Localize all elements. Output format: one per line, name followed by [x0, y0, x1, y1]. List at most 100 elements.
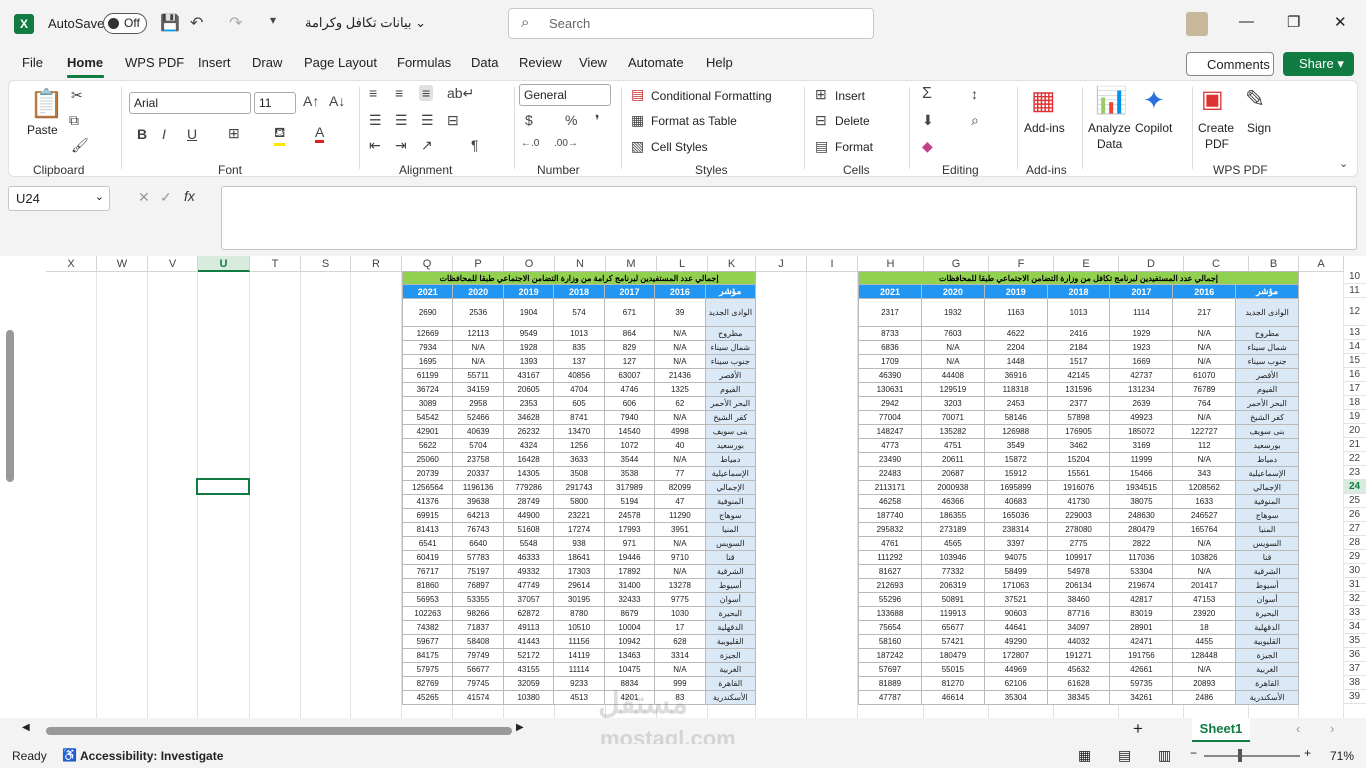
- value-cell[interactable]: 206134: [1046, 578, 1111, 593]
- value-cell[interactable]: N/A: [654, 662, 706, 677]
- zoom-in-icon[interactable]: +: [1304, 746, 1311, 760]
- column-header-j[interactable]: J: [756, 256, 807, 272]
- value-cell[interactable]: 76743: [452, 522, 504, 537]
- table-header-cell[interactable]: مؤشر: [1235, 284, 1299, 299]
- cell-styles-icon[interactable]: ▧: [631, 138, 644, 155]
- value-cell[interactable]: 5800: [553, 494, 605, 509]
- row-header-34[interactable]: 34: [1343, 620, 1366, 634]
- governorate-cell[interactable]: الإسماعيلية: [704, 466, 757, 481]
- search-box[interactable]: ⌕ Search: [508, 8, 874, 39]
- align-top-icon[interactable]: ≡: [369, 85, 377, 101]
- value-cell[interactable]: N/A: [452, 354, 504, 369]
- value-cell[interactable]: 187242: [858, 648, 922, 663]
- value-cell[interactable]: 8679: [603, 606, 656, 621]
- value-cell[interactable]: 82769: [401, 676, 454, 691]
- value-cell[interactable]: 5548: [502, 536, 555, 551]
- page-break-view-icon[interactable]: ▥: [1158, 747, 1171, 764]
- governorate-cell[interactable]: الشرقية: [704, 564, 757, 579]
- value-cell[interactable]: 34159: [452, 382, 504, 397]
- governorate-cell[interactable]: البحر الأحمر: [704, 396, 757, 411]
- undo-icon[interactable]: ↶: [190, 13, 203, 33]
- row-header-15[interactable]: 15: [1343, 354, 1366, 368]
- value-cell[interactable]: 7934: [401, 340, 454, 355]
- value-cell[interactable]: 3951: [654, 522, 706, 537]
- value-cell[interactable]: 56953: [401, 592, 454, 607]
- value-cell[interactable]: 79745: [452, 676, 504, 691]
- value-cell[interactable]: N/A: [654, 564, 706, 579]
- value-cell[interactable]: 14305: [502, 466, 555, 481]
- value-cell[interactable]: 20337: [452, 466, 504, 481]
- add-ins-icon[interactable]: ▦: [1031, 85, 1056, 116]
- value-cell[interactable]: 58146: [983, 410, 1048, 425]
- align-bottom-icon[interactable]: ≡: [419, 85, 434, 101]
- row-header-36[interactable]: 36: [1343, 648, 1366, 662]
- value-cell[interactable]: 21436: [654, 368, 706, 383]
- value-cell[interactable]: 971: [603, 536, 656, 551]
- value-cell[interactable]: 38345: [1046, 690, 1111, 705]
- value-cell[interactable]: 46390: [858, 368, 922, 383]
- row-header-16[interactable]: 16: [1343, 368, 1366, 382]
- value-cell[interactable]: 15912: [983, 466, 1048, 481]
- value-cell[interactable]: 83019: [1109, 606, 1174, 621]
- governorate-cell[interactable]: الأقصر: [704, 368, 757, 383]
- row-header-18[interactable]: 18: [1343, 396, 1366, 410]
- value-cell[interactable]: 135282: [920, 424, 985, 439]
- value-cell[interactable]: 77004: [858, 410, 922, 425]
- value-cell[interactable]: 9233: [553, 676, 605, 691]
- value-cell[interactable]: N/A: [1172, 340, 1237, 355]
- cell-styles-button[interactable]: Cell Styles: [651, 140, 708, 154]
- value-cell[interactable]: 343: [1172, 466, 1237, 481]
- value-cell[interactable]: 278080: [1046, 522, 1111, 537]
- value-cell[interactable]: 15466: [1109, 466, 1174, 481]
- value-cell[interactable]: 52172: [502, 648, 555, 663]
- value-cell[interactable]: N/A: [1172, 662, 1237, 677]
- column-header-m[interactable]: M: [606, 256, 657, 272]
- column-header-f[interactable]: F: [989, 256, 1054, 272]
- value-cell[interactable]: 4704: [553, 382, 605, 397]
- add-sheet-icon[interactable]: +: [1133, 719, 1143, 739]
- value-cell[interactable]: 41574: [452, 690, 504, 705]
- governorate-cell[interactable]: الجيزة: [704, 648, 757, 663]
- sign-icon[interactable]: ✎: [1245, 85, 1265, 114]
- value-cell[interactable]: 42471: [1109, 634, 1174, 649]
- value-cell[interactable]: 28749: [502, 494, 555, 509]
- menu-view[interactable]: View: [579, 55, 607, 70]
- italic-button[interactable]: I: [162, 126, 166, 142]
- value-cell[interactable]: 3089: [401, 396, 454, 411]
- value-cell[interactable]: 4746: [603, 382, 656, 397]
- value-cell[interactable]: 39638: [452, 494, 504, 509]
- row-header-23[interactable]: 23: [1343, 466, 1366, 480]
- conditional-formatting-icon[interactable]: ▤: [631, 86, 644, 103]
- format-as-table-icon[interactable]: ▦: [631, 112, 644, 129]
- value-cell[interactable]: 50891: [920, 592, 985, 607]
- value-cell[interactable]: 40639: [452, 424, 504, 439]
- table-header-cell[interactable]: 2016: [654, 284, 706, 299]
- governorate-cell[interactable]: الجيزة: [1235, 648, 1299, 663]
- value-cell[interactable]: 18641: [553, 550, 605, 565]
- column-header-l[interactable]: L: [657, 256, 708, 272]
- value-cell[interactable]: 55015: [920, 662, 985, 677]
- row-header-39[interactable]: 39: [1343, 690, 1366, 704]
- value-cell[interactable]: 129519: [920, 382, 985, 397]
- customize-toolbar-icon[interactable]: ▾: [270, 13, 276, 27]
- row-header-19[interactable]: 19: [1343, 410, 1366, 424]
- value-cell[interactable]: 1916076: [1046, 480, 1111, 495]
- insert-function-icon[interactable]: fx: [184, 188, 195, 204]
- value-cell[interactable]: 23221: [553, 508, 605, 523]
- share-button[interactable]: Share ▾: [1283, 52, 1354, 76]
- governorate-cell[interactable]: كفر الشيخ: [704, 410, 757, 425]
- value-cell[interactable]: 38075: [1109, 494, 1174, 509]
- table-header-cell[interactable]: 2019: [502, 284, 555, 299]
- value-cell[interactable]: 3544: [603, 452, 656, 467]
- value-cell[interactable]: 23490: [858, 452, 922, 467]
- value-cell[interactable]: 291743: [553, 480, 605, 495]
- value-cell[interactable]: 1932: [920, 298, 985, 327]
- value-cell[interactable]: 273189: [920, 522, 985, 537]
- value-cell[interactable]: 864: [603, 326, 656, 341]
- value-cell[interactable]: 1904: [502, 298, 555, 327]
- value-cell[interactable]: 605: [553, 396, 605, 411]
- table-header-cell[interactable]: 2018: [553, 284, 605, 299]
- value-cell[interactable]: 764: [1172, 396, 1237, 411]
- value-cell[interactable]: 118318: [983, 382, 1048, 397]
- value-cell[interactable]: 11156: [553, 634, 605, 649]
